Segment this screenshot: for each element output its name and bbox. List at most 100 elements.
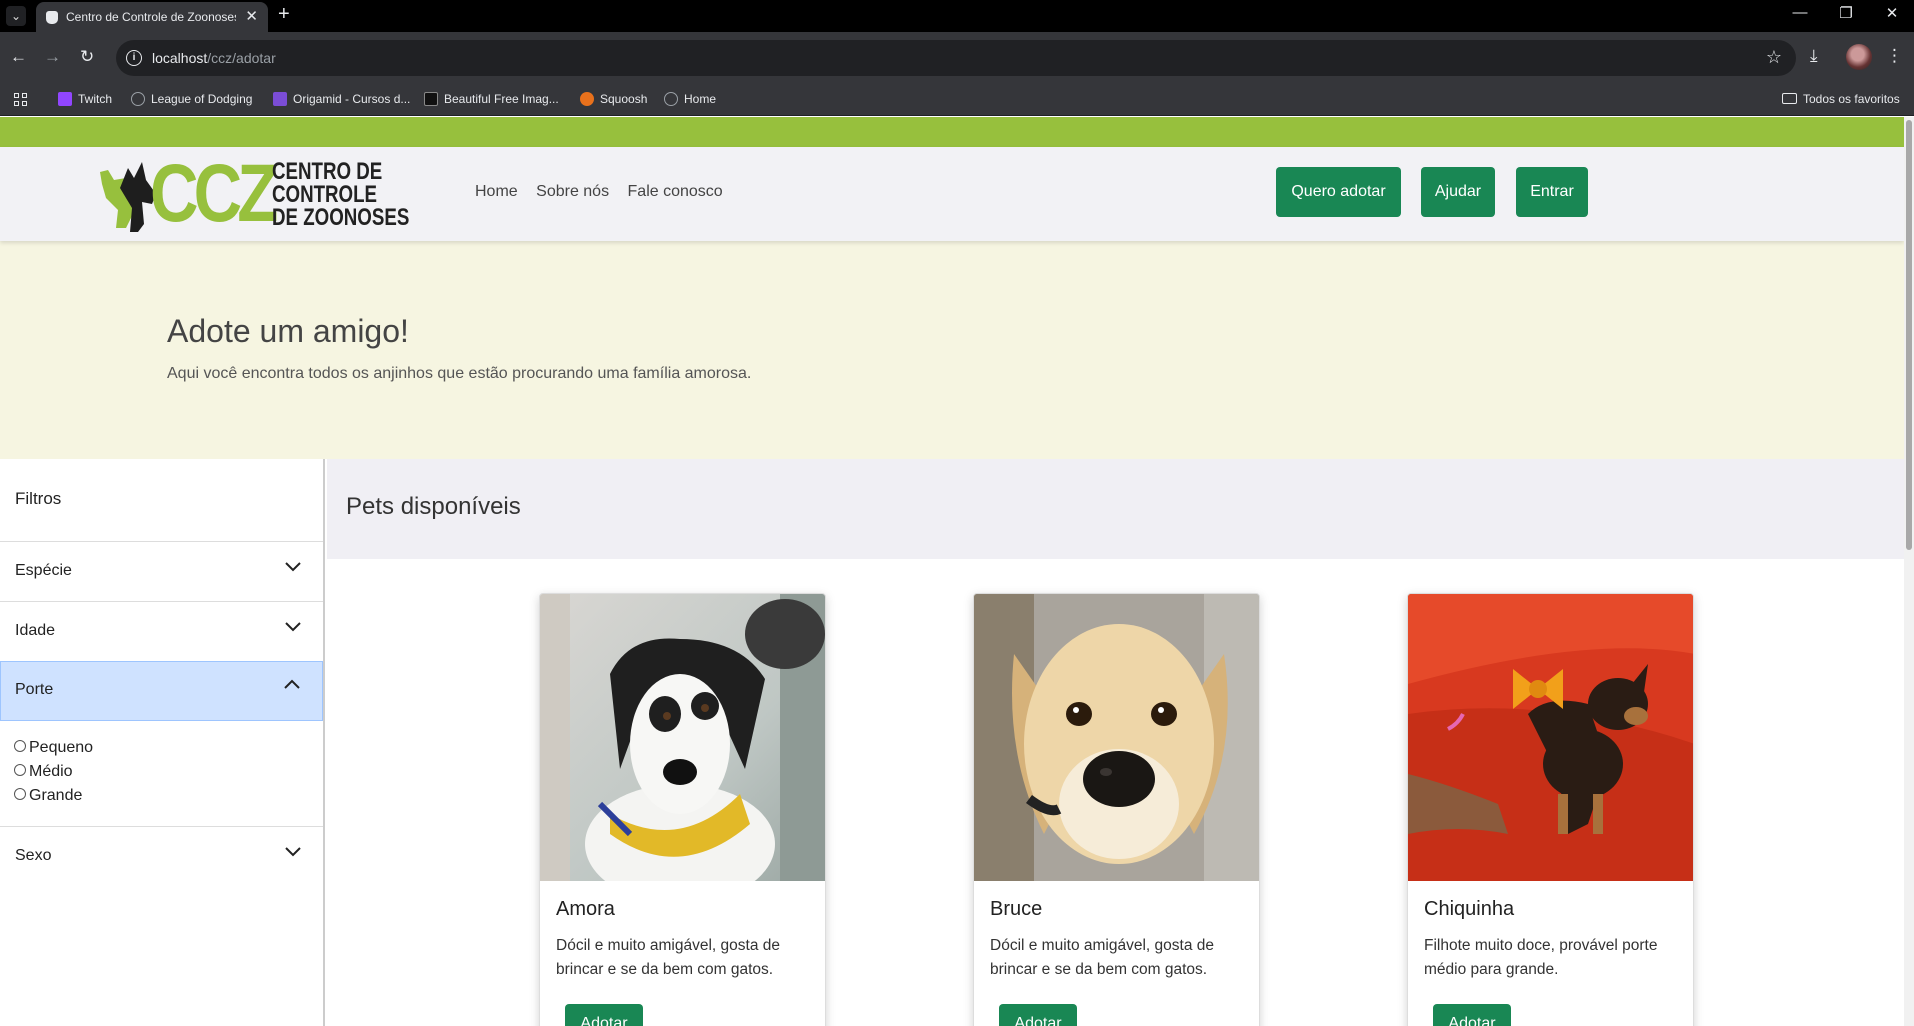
- url-text[interactable]: localhost/ccz/adotar: [152, 50, 276, 66]
- filter-label: Idade: [15, 622, 56, 639]
- browser-tab[interactable]: Centro de Controle de Zoonoses ✕: [36, 2, 268, 32]
- reload-icon[interactable]: ↻: [80, 47, 94, 67]
- pet-name: Bruce: [990, 898, 1043, 920]
- logo-line: DE ZOONOSES: [272, 204, 410, 231]
- bookmark-beautiful-free-images[interactable]: Beautiful Free Imag...: [424, 92, 559, 106]
- bookmarks-bar: Twitch League of Dodging Origamid - Curs…: [0, 84, 1914, 116]
- pets-title: Pets disponíveis: [346, 493, 521, 520]
- porte-option-pequeno[interactable]: Pequeno: [14, 739, 93, 757]
- filter-label: Sexo: [15, 847, 52, 864]
- hero-subtitle: Aqui você encontra todos os anjinhos que…: [167, 365, 752, 382]
- bookmark-label: Origamid - Cursos d...: [293, 92, 411, 106]
- option-label: Médio: [29, 763, 73, 780]
- globe-icon: [664, 92, 678, 106]
- restore-icon[interactable]: ❐: [1826, 4, 1866, 22]
- globe-icon: [131, 92, 145, 106]
- tab-title: Centro de Controle de Zoonoses: [66, 10, 236, 24]
- logo-line: CENTRO DE: [272, 158, 383, 185]
- porte-option-grande[interactable]: Grande: [14, 787, 82, 805]
- bookmark-league-of-dodging[interactable]: League of Dodging: [131, 92, 252, 106]
- all-bookmarks-label: Todos os favoritos: [1803, 92, 1900, 106]
- window-close-icon[interactable]: ✕: [1872, 4, 1912, 22]
- bookmark-origamid[interactable]: Origamid - Cursos d...: [273, 92, 410, 106]
- pet-card: Bruce Dócil e muito amigável, gosta de b…: [973, 593, 1260, 1026]
- radio-button[interactable]: [14, 764, 26, 776]
- pet-card: Chiquinha Filhote muito doce, provável p…: [1407, 593, 1694, 1026]
- option-label: Grande: [29, 787, 83, 804]
- pet-photo-amora[interactable]: [540, 594, 826, 881]
- ccz-logo[interactable]: CCZ CENTRO DE CONTROLE DE ZOONOSES: [98, 153, 409, 235]
- pets-header: Pets disponíveis: [327, 459, 1904, 559]
- top-accent-bar: [0, 117, 1904, 147]
- filter-label: Porte: [15, 681, 54, 698]
- pets-content: Pets disponíveis Amora Dócil e muito ami…: [327, 459, 1904, 1026]
- url-path: /ccz/adotar: [207, 50, 276, 66]
- adopt-button[interactable]: Adotar: [565, 1004, 643, 1026]
- profile-avatar[interactable]: [1846, 44, 1872, 70]
- nav-link-fale-conosco[interactable]: Fale conosco: [628, 183, 723, 200]
- bookmark-label: Squoosh: [600, 92, 648, 106]
- site-info-icon[interactable]: i: [126, 50, 142, 66]
- origamid-icon: [273, 92, 287, 106]
- chevron-down-icon: [285, 847, 301, 857]
- minimize-icon[interactable]: —: [1780, 4, 1820, 21]
- radio-button[interactable]: [14, 788, 26, 800]
- bookmark-label: Twitch: [78, 92, 113, 106]
- filter-idade-toggle[interactable]: Idade: [0, 601, 323, 661]
- logo-mark: CCZ: [150, 148, 278, 239]
- bookmark-label: Beautiful Free Imag...: [444, 92, 559, 106]
- page-viewport: CCZ CENTRO DE CONTROLE DE ZOONOSES Home …: [0, 117, 1904, 1026]
- chevron-down-icon: [285, 562, 301, 572]
- ajudar-button[interactable]: Ajudar: [1421, 167, 1495, 217]
- pet-name: Amora: [556, 898, 615, 920]
- bookmark-twitch[interactable]: Twitch: [58, 92, 112, 106]
- porte-option-medio[interactable]: Médio: [14, 763, 73, 781]
- option-label: Pequeno: [29, 739, 94, 756]
- tab-search-chevron-icon[interactable]: ⌄: [6, 6, 26, 26]
- site-header: CCZ CENTRO DE CONTROLE DE ZOONOSES Home …: [0, 147, 1904, 241]
- apps-grid-icon[interactable]: [14, 93, 28, 107]
- bookmark-home[interactable]: Home: [664, 92, 716, 106]
- new-tab-icon[interactable]: +: [278, 3, 290, 26]
- filter-sexo-toggle[interactable]: Sexo: [0, 826, 323, 886]
- folder-icon: [1782, 93, 1797, 104]
- browser-toolbar: ← → ↻ i localhost/ccz/adotar ☆ ⤓ ⋮: [0, 32, 1914, 84]
- address-bar[interactable]: i localhost/ccz/adotar ☆: [116, 40, 1796, 76]
- download-icon[interactable]: ⤓: [1810, 46, 1818, 66]
- chevron-down-icon: [285, 622, 301, 632]
- scrollbar-thumb[interactable]: [1906, 120, 1912, 550]
- tab-close-icon[interactable]: ✕: [245, 7, 258, 25]
- menu-kebab-icon[interactable]: ⋮: [1886, 46, 1903, 66]
- back-icon[interactable]: ←: [10, 47, 27, 67]
- adopt-button[interactable]: Adotar: [999, 1004, 1077, 1026]
- pet-photo-bruce[interactable]: [974, 594, 1260, 881]
- pet-name: Chiquinha: [1424, 898, 1515, 920]
- bookmark-label: League of Dodging: [151, 92, 253, 106]
- bookmark-label: Home: [684, 92, 717, 106]
- filter-especie-toggle[interactable]: Espécie: [0, 541, 323, 601]
- filter-label: Espécie: [15, 562, 72, 579]
- filter-porte-toggle[interactable]: Porte: [0, 661, 323, 721]
- unsplash-icon: [424, 92, 438, 106]
- main-nav: Home Sobre nós Fale conosco: [475, 183, 737, 201]
- pet-description: Dócil e muito amigável, gosta de brincar…: [556, 937, 781, 978]
- pet-description: Filhote muito doce, provável porte médio…: [1424, 937, 1658, 978]
- nav-link-sobre-nos[interactable]: Sobre nós: [536, 183, 609, 200]
- all-bookmarks-folder[interactable]: Todos os favoritos: [1782, 92, 1900, 106]
- twitch-icon: [58, 92, 72, 106]
- chevron-up-icon: [284, 679, 300, 689]
- nav-link-home[interactable]: Home: [475, 183, 518, 200]
- forward-icon[interactable]: →: [44, 47, 61, 67]
- quero-adotar-button[interactable]: Quero adotar: [1276, 167, 1401, 217]
- logo-wordmark: CENTRO DE CONTROLE DE ZOONOSES: [272, 158, 410, 231]
- logo-line: CONTROLE: [272, 181, 378, 208]
- entrar-button[interactable]: Entrar: [1516, 167, 1588, 217]
- pet-card: Amora Dócil e muito amigável, gosta de b…: [539, 593, 826, 1026]
- adopt-button[interactable]: Adotar: [1433, 1004, 1511, 1026]
- radio-button[interactable]: [14, 740, 26, 752]
- bookmark-star-icon[interactable]: ☆: [1766, 47, 1782, 68]
- pet-photo-chiquinha[interactable]: [1408, 594, 1694, 881]
- filters-title: Filtros: [15, 489, 62, 508]
- filters-sidebar: Filtros Espécie Idade Porte Pequeno Médi…: [0, 459, 325, 1026]
- bookmark-squoosh[interactable]: Squoosh: [580, 92, 647, 106]
